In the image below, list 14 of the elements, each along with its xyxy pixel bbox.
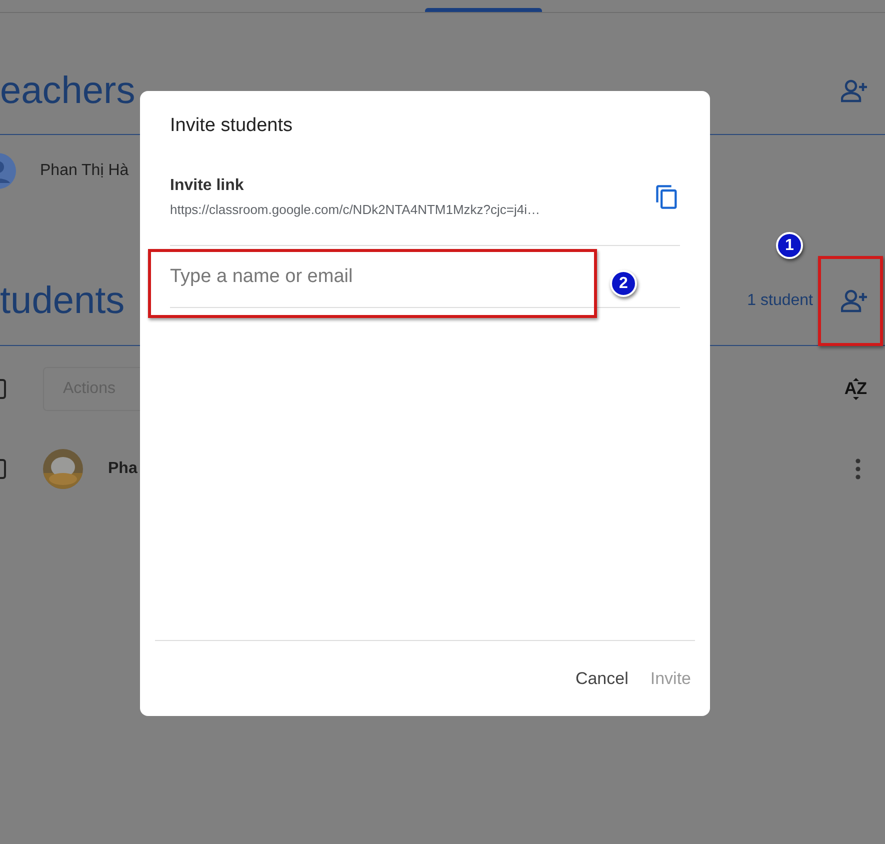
step-badge: 1 [776, 232, 803, 259]
student-name: Pha [108, 460, 138, 478]
section-heading: tudents [0, 280, 125, 322]
more-icon[interactable] [855, 458, 861, 480]
copy-icon[interactable] [654, 184, 680, 210]
section-heading: eachers [0, 70, 136, 112]
add-person-icon[interactable] [841, 79, 869, 103]
cancel-button[interactable]: Cancel [571, 664, 632, 692]
sort-button[interactable]: AZ [844, 379, 867, 399]
add-person-icon[interactable] [841, 289, 869, 313]
teacher-name: Phan Thị Hà [40, 162, 129, 180]
student-count: 1 student [747, 292, 813, 310]
link-label: Invite link [170, 177, 245, 195]
dialog-title: Invite students [169, 115, 294, 137]
